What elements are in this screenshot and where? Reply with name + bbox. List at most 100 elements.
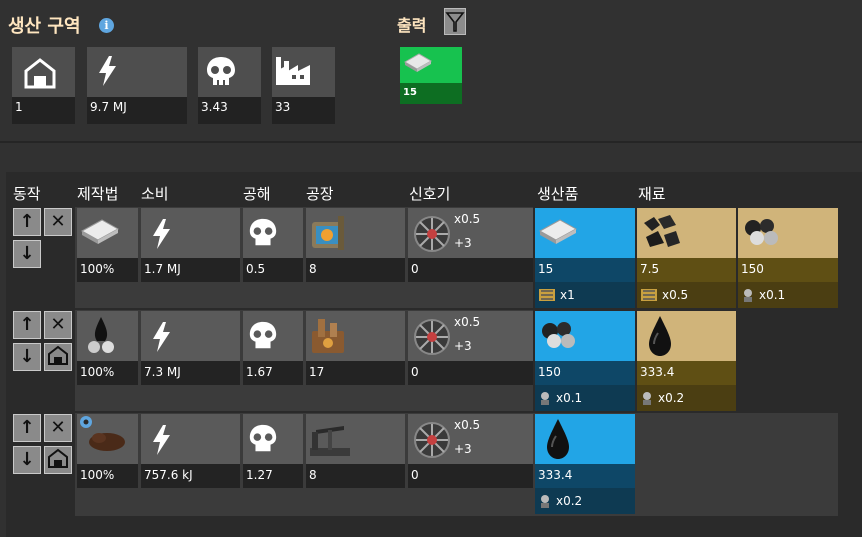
beacon-modules: +3 [454,442,472,456]
product-value: 150 [535,361,635,385]
inserter-icon [541,495,549,508]
summary-buildings[interactable]: 1 [12,47,75,124]
summary-value: 3.43 [198,97,261,124]
belt-info: x0.5 [637,282,736,308]
move-up-button[interactable]: ↑ [13,414,41,442]
product-item[interactable]: 150 x0.1 [535,311,635,411]
column-header-power: 소비 [141,185,169,203]
belt-info: x0.1 [535,385,635,411]
product-item[interactable]: 333.4 x0.2 [535,414,635,514]
power-cell: 757.6 kJ [141,414,240,488]
belt-info: x0.2 [637,385,736,411]
pollution-cell: 1.27 [243,414,303,488]
delete-button[interactable]: ✕ [44,311,72,339]
lightning-icon [153,425,170,455]
output-value: 15 [400,83,462,104]
recipe-cell[interactable]: 100% [77,208,138,282]
beacon-icon [414,422,450,458]
ingredient-item[interactable]: 333.4 x0.2 [637,311,736,411]
belt-icon [539,289,555,301]
power-cell: 1.7 MJ [141,208,240,282]
move-down-button[interactable]: ↓ [13,343,41,371]
inserter-icon [744,289,752,302]
lightning-icon [153,322,170,352]
oil-refinery-icon [312,319,344,353]
factory-cell[interactable]: 8 [306,414,405,488]
crude-oil-icon [649,316,671,356]
factory-cell[interactable]: 8 [306,208,405,282]
home-button[interactable] [44,343,72,371]
pollution-value: 1.27 [243,464,303,488]
ingredient-value: 7.5 [637,258,736,282]
iron-plate-icon [404,53,432,72]
beacon-cell[interactable]: x0.5 +3 0 [408,414,533,488]
recipe-cell[interactable]: 100% [77,414,138,488]
crude-oil-icon [89,433,125,451]
beacon-icon [414,216,450,252]
recipe-percent: 100% [77,464,138,488]
factory-count: 17 [306,361,405,385]
beacon-count: 0 [408,258,533,282]
oil-processing-icon [88,317,114,353]
page-title: 생산 구역 [8,16,81,37]
iron-plate-icon [538,219,578,244]
product-value: 15 [535,258,635,282]
product-item[interactable]: 15 x1 [535,208,635,308]
summary-power[interactable]: 9.7 MJ [87,47,187,124]
pollution-cell: 0.5 [243,208,303,282]
ingredient-item[interactable]: 7.5 x0.5 [637,208,736,308]
factory-cell[interactable]: 17 [306,311,405,385]
column-header-action: 동작 [13,185,41,203]
summary-value: 9.7 MJ [87,97,187,124]
move-down-button[interactable]: ↓ [13,446,41,474]
power-value: 7.3 MJ [141,361,240,385]
skull-icon [249,424,277,452]
summary-pollution[interactable]: 3.43 [198,47,261,124]
belt-text: x0.1 [556,391,583,405]
home-button[interactable] [44,446,72,474]
move-up-button[interactable]: ↑ [13,311,41,339]
pumpjack-icon [310,426,350,456]
belt-text: x0.2 [658,391,685,405]
power-value: 757.6 kJ [141,464,240,488]
ingredient-item[interactable]: 150 x0.1 [738,208,838,308]
delete-button[interactable]: ✕ [44,208,72,236]
pollution-cell: 1.67 [243,311,303,385]
crude-oil-icon [547,419,569,459]
column-header-pollution: 공해 [243,185,271,203]
skull-icon [207,57,235,85]
lightning-icon [153,219,170,249]
beacon-multiplier: x0.5 [454,212,481,226]
move-up-button[interactable]: ↑ [13,208,41,236]
beacon-cell[interactable]: x0.5 +3 0 [408,208,533,282]
beacon-cell[interactable]: x0.5 +3 0 [408,311,533,385]
beacon-count: 0 [408,361,533,385]
recipe-cell[interactable]: 100% [77,311,138,385]
filter-icon [445,12,465,32]
belt-text: x0.2 [556,494,583,508]
skull-icon [249,321,277,349]
delete-button[interactable]: ✕ [44,414,72,442]
ingredient-value: 150 [738,258,838,282]
output-title: 출력 [397,16,427,35]
info-icon[interactable]: i [99,18,114,33]
belt-icon [641,289,657,301]
product-value: 333.4 [535,464,635,488]
filter-button[interactable] [444,8,466,35]
pollution-value: 0.5 [243,258,303,282]
output-item[interactable]: 15 [400,47,462,104]
power-value: 1.7 MJ [141,258,240,282]
move-down-button[interactable]: ↓ [13,240,41,268]
belt-info: x1 [535,282,635,308]
belt-text: x0.1 [759,288,786,302]
recipe-percent: 100% [77,361,138,385]
belt-text: x0.5 [662,288,689,302]
beacon-icon [414,319,450,355]
beacon-multiplier: x0.5 [454,315,481,329]
beacon-count: 0 [408,464,533,488]
summary-factories[interactable]: 33 [272,47,335,124]
power-cell: 7.3 MJ [141,311,240,385]
column-header-beacon: 신호기 [409,185,451,203]
coal-icon [542,322,575,348]
inserter-icon [643,392,651,405]
